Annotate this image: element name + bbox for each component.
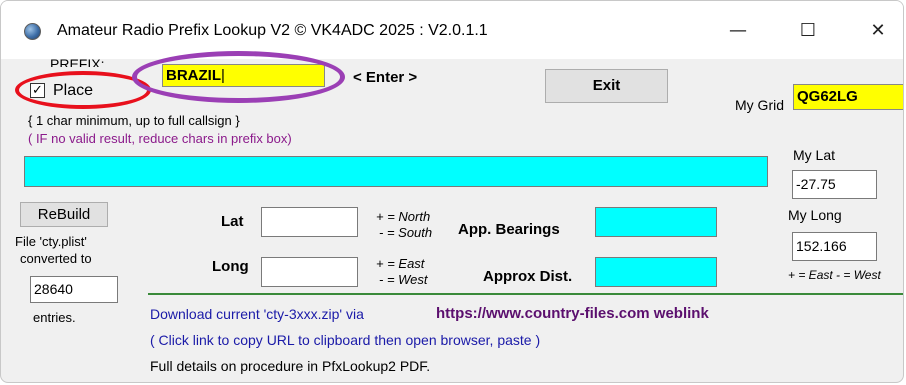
file-info-line2: converted to xyxy=(20,251,92,266)
procedure-details: Full details on procedure in PfxLookup2 … xyxy=(150,358,431,374)
enter-hint: < Enter > xyxy=(353,69,418,86)
bearings-label: App. Bearings xyxy=(458,221,560,238)
my-lat-field[interactable]: -27.75 xyxy=(792,170,877,199)
section-divider xyxy=(148,293,903,295)
entry-count-field: 28640 xyxy=(30,276,118,303)
char-minimum-hint: { 1 char minimum, up to full callsign } xyxy=(28,113,240,128)
distance-label: Approx Dist. xyxy=(483,268,573,285)
red-annotation-ellipse xyxy=(15,71,151,109)
long-east-hint: + = East xyxy=(376,256,425,271)
my-lat-label: My Lat xyxy=(793,147,836,163)
lat-south-hint: - = South xyxy=(379,225,433,240)
clipboard-hint: ( Click link to copy URL to clipboard th… xyxy=(150,332,541,348)
download-text: Download current 'cty-3xxx.zip' via xyxy=(150,306,364,322)
long-label: Long xyxy=(212,258,249,275)
no-result-hint: ( IF no valid result, reduce chars in pr… xyxy=(28,131,292,146)
globe-app-icon xyxy=(24,23,41,40)
long-field[interactable] xyxy=(261,257,358,287)
exit-button[interactable]: Exit xyxy=(545,69,668,103)
title-bar: Amateur Radio Prefix Lookup V2 © VK4ADC … xyxy=(1,1,903,59)
distance-display xyxy=(595,257,717,287)
maximize-button[interactable]: ☐ xyxy=(785,13,831,49)
my-grid-label: My Grid xyxy=(735,97,784,113)
east-west-sign-hint: + = East - = West xyxy=(788,268,881,282)
long-west-hint: - = West xyxy=(379,272,428,287)
country-files-weblink[interactable]: https://www.country-files.com weblink xyxy=(436,305,709,322)
window-title: Amateur Radio Prefix Lookup V2 © VK4ADC … xyxy=(57,22,488,39)
file-info-line1: File 'cty.plist' xyxy=(15,234,87,249)
app-window: Amateur Radio Prefix Lookup V2 © VK4ADC … xyxy=(0,0,904,383)
my-grid-field[interactable]: QG62LG xyxy=(793,84,903,110)
prefix-label: PREFIX: xyxy=(50,57,105,67)
bearings-display xyxy=(595,207,717,237)
lat-north-hint: + = North xyxy=(376,209,431,224)
minimize-button[interactable]: — xyxy=(715,13,761,49)
lat-field[interactable] xyxy=(261,207,358,237)
result-display xyxy=(24,156,768,187)
entries-label: entries. xyxy=(33,310,76,325)
purple-annotation-ellipse xyxy=(132,51,345,103)
rebuild-button[interactable]: ReBuild xyxy=(20,202,108,227)
my-long-label: My Long xyxy=(788,207,842,223)
close-button[interactable]: ✕ xyxy=(855,13,901,49)
my-long-field[interactable]: 152.166 xyxy=(792,232,877,261)
lat-label: Lat xyxy=(221,213,244,230)
